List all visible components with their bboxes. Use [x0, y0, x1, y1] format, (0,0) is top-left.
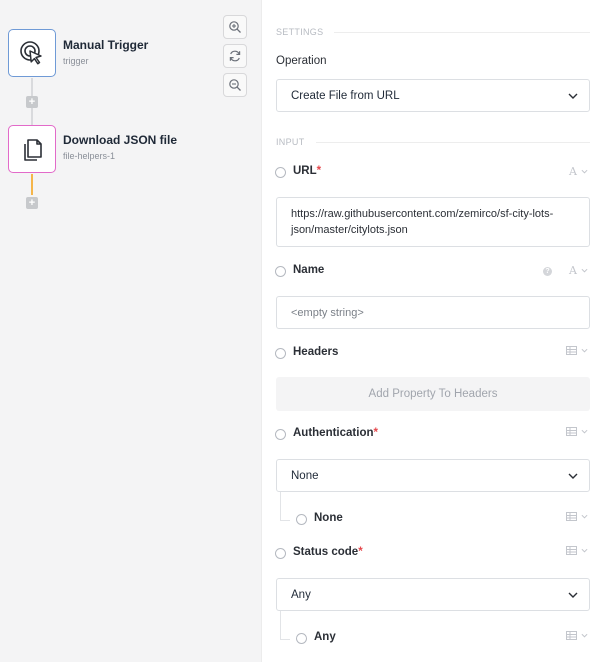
connector-line — [31, 78, 33, 96]
url-toggle-radio[interactable] — [275, 167, 286, 178]
file-copy-icon — [24, 139, 42, 161]
zoom-in-button[interactable] — [223, 15, 247, 39]
name-toggle-radio[interactable] — [275, 266, 286, 277]
chevron-down-icon — [568, 592, 578, 598]
table-icon — [566, 512, 577, 521]
status-code-select[interactable]: Any — [276, 578, 590, 611]
headers-type-toggle[interactable] — [566, 346, 588, 355]
workflow-canvas[interactable]: Manual Trigger trigger + Download JSON f… — [0, 0, 262, 662]
reset-zoom-button[interactable] — [223, 44, 247, 68]
status-code-label: Status code — [293, 546, 359, 558]
zoom-out-icon — [229, 79, 241, 91]
name-type-toggle[interactable]: A — [569, 264, 588, 277]
zoom-in-icon — [229, 21, 241, 33]
section-label-input: INPUT — [276, 137, 305, 147]
status-code-value: Any — [291, 589, 311, 601]
node-subtitle: trigger — [63, 56, 89, 66]
status-code-any-radio[interactable] — [296, 633, 307, 644]
name-field-row: Name ? A — [275, 264, 590, 280]
required-mark: * — [373, 427, 378, 439]
url-field-row: URL* A — [275, 165, 590, 181]
pointer-click-icon — [20, 41, 42, 65]
authentication-none-radio[interactable] — [296, 514, 307, 525]
status-code-toggle-radio[interactable] — [275, 548, 286, 559]
status-code-any-row: Any — [296, 631, 590, 647]
authentication-type-toggle[interactable] — [566, 427, 588, 436]
chevron-down-icon — [581, 429, 588, 434]
section-divider — [316, 142, 590, 143]
zoom-out-button[interactable] — [223, 73, 247, 97]
table-icon — [566, 631, 577, 640]
tree-line — [280, 611, 281, 639]
node-title: Manual Trigger — [63, 38, 149, 52]
url-type-toggle[interactable]: A — [569, 165, 588, 178]
chevron-down-icon — [581, 633, 588, 638]
tree-line — [280, 492, 281, 520]
node-subtitle: file-helpers-1 — [63, 151, 116, 161]
status-code-type-toggle[interactable] — [566, 546, 588, 555]
authentication-value: None — [291, 470, 319, 482]
type-text-icon: A — [569, 165, 577, 178]
required-mark: * — [316, 165, 322, 177]
headers-toggle-radio[interactable] — [275, 348, 286, 359]
authentication-none-row: None — [296, 512, 590, 528]
authentication-none-type-toggle[interactable] — [566, 512, 588, 521]
authentication-toggle-radio[interactable] — [275, 429, 286, 440]
chevron-down-icon — [581, 548, 588, 553]
operation-value: Create File from URL — [291, 90, 400, 102]
headers-field-row: Headers — [275, 346, 590, 362]
url-input[interactable]: https://raw.githubusercontent.com/zemirc… — [276, 197, 590, 247]
add-step-button[interactable]: + — [26, 96, 38, 108]
section-divider — [334, 32, 590, 33]
tree-branch — [280, 639, 290, 640]
node-settings-panel: SETTINGS Operation Create File from URL … — [262, 0, 600, 662]
refresh-icon — [229, 50, 241, 62]
status-code-any-label: Any — [314, 631, 336, 643]
connector-line — [31, 174, 33, 195]
tree-branch — [280, 520, 290, 521]
required-mark: * — [358, 546, 363, 558]
authentication-label: Authentication — [293, 427, 374, 439]
name-input[interactable]: <empty string> — [276, 296, 590, 329]
node-download-json-file[interactable] — [8, 125, 56, 173]
operation-select[interactable]: Create File from URL — [276, 79, 590, 112]
authentication-none-label: None — [314, 512, 343, 524]
table-icon — [566, 427, 577, 436]
chevron-down-icon — [581, 348, 588, 353]
table-icon — [566, 346, 577, 355]
operation-label: Operation — [276, 55, 327, 67]
name-label: Name — [293, 264, 325, 276]
chevron-down-icon — [581, 268, 588, 273]
headers-label: Headers — [293, 346, 339, 358]
connector-line — [31, 108, 33, 125]
add-step-button[interactable]: + — [26, 197, 38, 209]
node-manual-trigger[interactable] — [8, 29, 56, 77]
chevron-down-icon — [581, 514, 588, 519]
authentication-select[interactable]: None — [276, 459, 590, 492]
status-code-any-type-toggle[interactable] — [566, 631, 588, 640]
help-icon[interactable]: ? — [543, 267, 552, 276]
chevron-down-icon — [568, 93, 578, 99]
url-label: URL — [293, 165, 317, 177]
status-code-field-row: Status code* — [275, 546, 590, 562]
add-property-to-headers-button[interactable]: Add Property To Headers — [276, 377, 590, 411]
chevron-down-icon — [581, 169, 588, 174]
section-label-settings: SETTINGS — [276, 27, 324, 37]
authentication-field-row: Authentication* — [275, 427, 590, 443]
node-title: Download JSON file — [63, 133, 178, 147]
chevron-down-icon — [568, 473, 578, 479]
type-text-icon: A — [569, 264, 577, 277]
table-icon — [566, 546, 577, 555]
